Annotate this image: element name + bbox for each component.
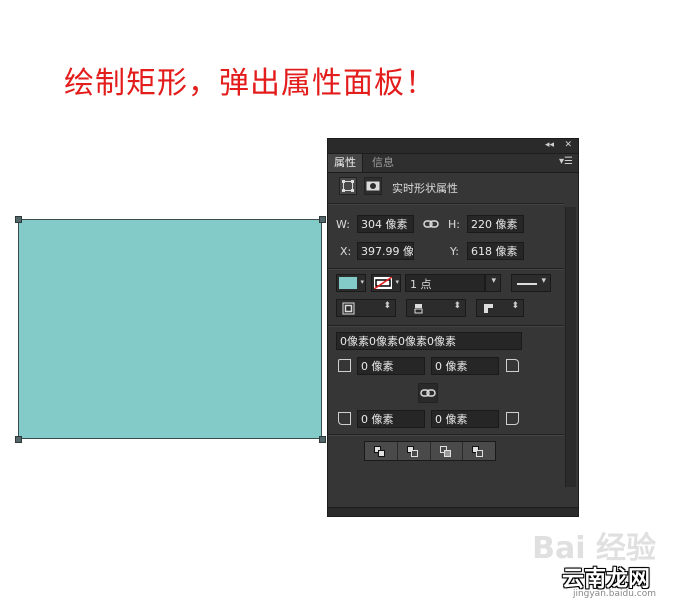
- link-corners-button[interactable]: [418, 383, 438, 403]
- updown-arrow-icon: ⬍: [383, 301, 391, 311]
- corner-bottom-left-field[interactable]: 0 像素: [357, 410, 425, 428]
- tutorial-caption: 绘制矩形，弹出属性面板！: [64, 66, 436, 101]
- link-icon[interactable]: [423, 217, 439, 231]
- stroke-width-value: 1 点: [410, 278, 432, 291]
- link-icon: [420, 389, 436, 397]
- path-operations-group: [364, 441, 496, 461]
- anchor-point-top-right[interactable]: [319, 216, 326, 223]
- rectangle-shape-icon: [342, 180, 354, 192]
- stroke-corner-dropdown[interactable]: ⬍: [476, 299, 524, 317]
- stroke-cap-dropdown[interactable]: ⬍: [406, 299, 466, 317]
- subtract-shapes-button[interactable]: [397, 442, 431, 460]
- divider: [328, 434, 564, 436]
- shape-properties-mode-button[interactable]: [339, 177, 357, 195]
- x-label: X:: [340, 245, 352, 258]
- panel-tabs: 属性 信息 ▾☰: [328, 154, 578, 173]
- corner-top-left-field[interactable]: 0 像素: [357, 357, 425, 375]
- width-field[interactable]: 304 像素: [357, 215, 414, 233]
- tab-info[interactable]: 信息: [366, 154, 400, 172]
- stroke-type-dropdown[interactable]: ▾: [511, 274, 551, 292]
- double-chevron-left-icon[interactable]: ◂◂: [545, 140, 554, 150]
- panel-menu-icon[interactable]: ▾☰: [559, 156, 573, 167]
- width-label: W:: [336, 218, 350, 231]
- x-position-field[interactable]: 397.99 像素: [357, 242, 414, 260]
- stroke-width-dropdown-button[interactable]: ▾: [485, 274, 501, 292]
- properties-panel: ◂◂ ✕ 属性 信息 ▾☰ 实时形状属性 W: 304 像素 H: 220 像素…: [327, 138, 579, 517]
- tab-properties[interactable]: 属性: [328, 154, 363, 172]
- watermark-url: jingyan.baidu.com: [572, 589, 656, 599]
- panel-scrollbar[interactable]: [565, 207, 576, 487]
- fill-color-picker[interactable]: ▾: [336, 274, 366, 292]
- chevron-down-icon: ▾: [360, 278, 364, 286]
- stroke-cap-icon: [414, 304, 423, 314]
- section-title: 实时形状属性: [392, 182, 458, 195]
- fill-color-swatch: [339, 277, 357, 289]
- anchor-point-bottom-right[interactable]: [319, 436, 326, 443]
- divider: [328, 268, 564, 270]
- panel-resize-grip[interactable]: [328, 507, 578, 516]
- y-label: Y:: [450, 245, 459, 258]
- corner-bottom-left-icon: [338, 412, 351, 425]
- chevron-down-icon: ▾: [541, 276, 546, 286]
- corner-bottom-right-icon: [506, 412, 519, 425]
- exclude-shapes-button[interactable]: [463, 442, 495, 460]
- chevron-down-icon: ▾: [395, 278, 399, 286]
- stroke-align-dropdown[interactable]: ⬍: [336, 299, 396, 317]
- height-field[interactable]: 220 像素: [467, 215, 524, 233]
- corner-top-left-icon: [338, 359, 351, 372]
- mask-icon: [366, 181, 380, 191]
- corner-top-right-icon: [506, 359, 519, 372]
- divider: [328, 325, 564, 327]
- intersect-shapes-button[interactable]: [430, 442, 464, 460]
- anchor-point-top-left[interactable]: [15, 216, 22, 223]
- stroke-swatch-icon: [374, 277, 392, 289]
- corner-top-right-field[interactable]: 0 像素: [431, 357, 499, 375]
- stroke-width-field[interactable]: 1 点: [405, 274, 485, 292]
- divider: [328, 203, 564, 205]
- combine-shapes-button[interactable]: [365, 442, 398, 460]
- updown-arrow-icon: ⬍: [453, 301, 461, 311]
- chevron-down-icon: ▾: [491, 276, 496, 286]
- stroke-align-icon: [342, 302, 355, 315]
- corner-radius-summary-field[interactable]: 0像素0像素0像素0像素: [336, 332, 522, 350]
- height-label: H:: [448, 218, 460, 231]
- mask-properties-mode-button[interactable]: [364, 177, 382, 195]
- rectangle-shape[interactable]: [18, 219, 322, 439]
- corner-bottom-right-field[interactable]: 0 像素: [431, 410, 499, 428]
- y-position-field[interactable]: 618 像素: [467, 242, 524, 260]
- anchor-point-bottom-left[interactable]: [15, 436, 22, 443]
- stroke-color-picker[interactable]: ▾: [371, 274, 401, 292]
- panel-titlebar[interactable]: ◂◂ ✕: [328, 139, 578, 154]
- stroke-corner-icon: [484, 304, 493, 313]
- updown-arrow-icon: ⬍: [511, 301, 519, 311]
- close-icon[interactable]: ✕: [564, 140, 572, 150]
- solid-line-icon: [517, 283, 537, 285]
